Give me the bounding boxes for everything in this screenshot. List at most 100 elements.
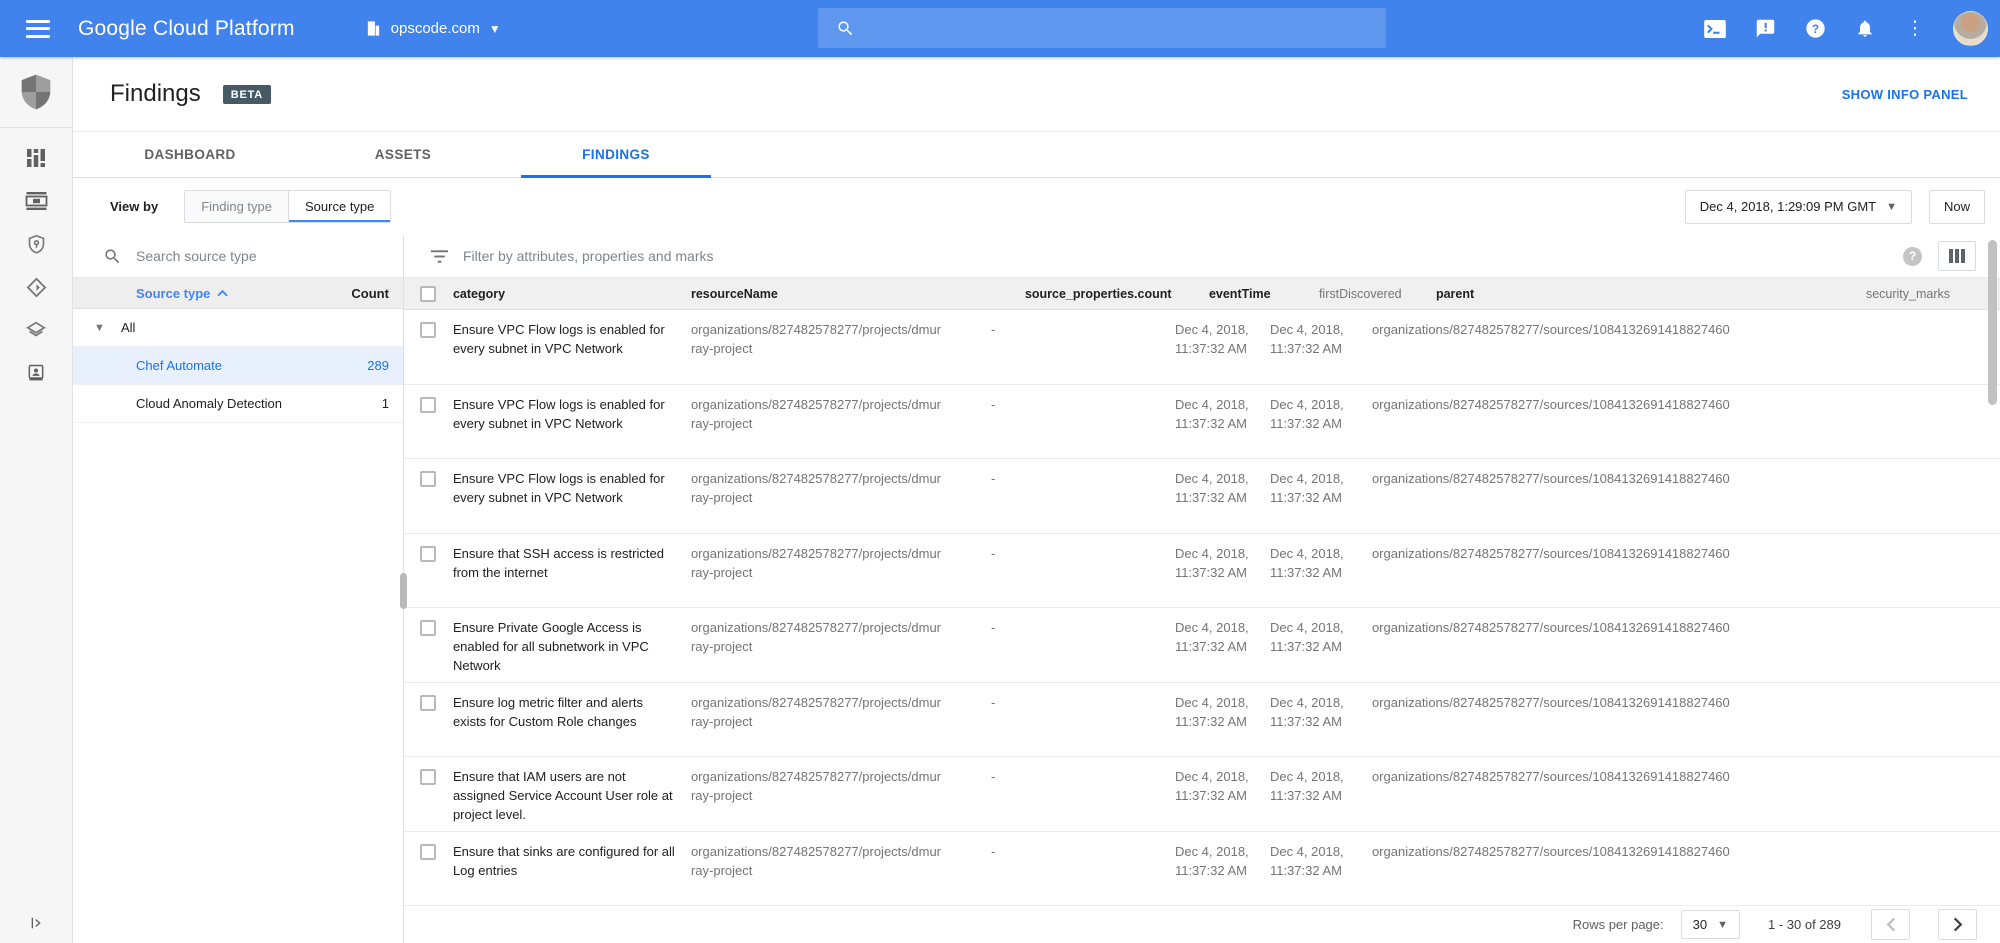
select-all-checkbox[interactable] (420, 286, 436, 302)
cell-event-time: Dec 4, 2018, 11:37:32 AM (1175, 395, 1270, 459)
gcp-security-findings-page: Google Cloud Platform opscode.com ▼ ? (0, 0, 2000, 943)
source-row-cloud-anomaly-detection[interactable]: Cloud Anomaly Detection 1 (73, 385, 403, 423)
cell-category: Ensure VPC Flow logs is enabled for ever… (453, 469, 691, 533)
row-checkbox[interactable] (420, 620, 436, 636)
row-checkbox[interactable] (420, 546, 436, 562)
search-icon (103, 247, 122, 266)
table-row[interactable]: Ensure VPC Flow logs is enabled for ever… (404, 459, 2000, 534)
tab-findings[interactable]: FINDINGS (521, 132, 711, 177)
source-type-column-header[interactable]: Source type (136, 286, 228, 301)
column-header-category[interactable]: category (453, 287, 691, 301)
cell-first-discovered: Dec 4, 2018, 11:37:32 AM (1270, 544, 1372, 608)
column-header-event-time[interactable]: eventTime (1209, 287, 1319, 301)
source-type-search-input[interactable] (122, 248, 403, 264)
cell-security-marks (1802, 544, 2000, 608)
row-checkbox[interactable] (420, 322, 436, 338)
cell-category: Ensure log metric filter and alerts exis… (453, 693, 691, 757)
global-search[interactable] (818, 8, 1386, 48)
tab-bar: DASHBOARD ASSETS FINDINGS (73, 131, 2000, 178)
rows-per-page-label: Rows per page: (1573, 917, 1664, 932)
cell-security-marks (1802, 693, 2000, 757)
row-checkbox[interactable] (420, 471, 436, 487)
table-row[interactable]: Ensure VPC Flow logs is enabled for ever… (404, 385, 2000, 460)
findings-icon[interactable] (16, 231, 56, 257)
dashboard-icon[interactable] (16, 145, 56, 171)
cell-resource-name: organizations/827482578277/projects/dmur… (691, 767, 991, 831)
global-search-input[interactable] (855, 20, 1386, 37)
column-header-security-marks[interactable]: security_marks (1866, 287, 2000, 301)
rows-per-page-select[interactable]: 30 ▼ (1681, 910, 1740, 939)
more-options-icon[interactable]: ⋮ (1903, 17, 1927, 41)
column-header-parent[interactable]: parent (1436, 287, 1866, 301)
table-row[interactable]: Ensure Private Google Access is enabled … (404, 608, 2000, 683)
cell-event-time: Dec 4, 2018, 11:37:32 AM (1175, 469, 1270, 533)
cell-security-marks (1802, 320, 2000, 384)
row-checkbox[interactable] (420, 769, 436, 785)
view-by-toggle-group: Finding type Source type (184, 190, 391, 223)
cell-event-time: Dec 4, 2018, 11:37:32 AM (1175, 693, 1270, 757)
cell-security-marks (1802, 395, 2000, 459)
cell-security-marks (1802, 469, 2000, 533)
toggle-source-type[interactable]: Source type (288, 191, 390, 222)
left-nav-rail (0, 57, 73, 943)
tab-assets[interactable]: ASSETS (308, 132, 498, 177)
expander-triangle-icon[interactable]: ▼ (94, 322, 108, 334)
column-header-resource-name[interactable]: resourceName (691, 287, 1025, 301)
security-command-center-logo[interactable] (0, 57, 72, 128)
cell-category: Ensure VPC Flow logs is enabled for ever… (453, 320, 691, 384)
toggle-finding-type[interactable]: Finding type (185, 191, 288, 222)
cell-parent: organizations/827482578277/sources/10841… (1372, 693, 1802, 757)
assets-icon[interactable] (16, 188, 56, 214)
time-select-value: Dec 4, 2018, 1:29:09 PM GMT (1700, 199, 1876, 214)
avatar[interactable] (1953, 11, 1988, 46)
show-info-panel-link[interactable]: SHOW INFO PANEL (1842, 87, 1968, 102)
table-row[interactable]: Ensure that IAM users are not assigned S… (404, 757, 2000, 832)
previous-page-button[interactable] (1871, 909, 1910, 940)
chevron-left-icon (1886, 917, 1896, 932)
hamburger-menu-icon[interactable] (26, 20, 50, 38)
cell-security-marks (1802, 842, 2000, 906)
scrollbar-thumb[interactable] (1988, 240, 1997, 405)
cell-resource-name: organizations/827482578277/projects/dmur… (691, 842, 991, 906)
time-select-button[interactable]: Dec 4, 2018, 1:29:09 PM GMT ▼ (1685, 190, 1912, 224)
cloud-shell-icon[interactable] (1703, 17, 1727, 41)
now-button[interactable]: Now (1929, 190, 1985, 224)
tab-dashboard[interactable]: DASHBOARD (95, 132, 285, 177)
cell-resource-name: organizations/827482578277/projects/dmur… (691, 618, 991, 682)
org-selector[interactable]: opscode.com ▼ (365, 20, 501, 37)
table-row[interactable]: Ensure log metric filter and alerts exis… (404, 683, 2000, 758)
cell-category: Ensure that sinks are configured for all… (453, 842, 691, 906)
column-header-source-properties-count[interactable]: source_properties.count (1025, 287, 1209, 301)
table-row[interactable]: Ensure VPC Flow logs is enabled for ever… (404, 310, 2000, 385)
findings-filter-input[interactable] (449, 248, 1903, 264)
source-search-row (73, 235, 403, 278)
count-column-header[interactable]: Count (351, 286, 389, 301)
feedback-icon[interactable] (1753, 17, 1777, 41)
cell-parent: organizations/827482578277/sources/10841… (1372, 842, 1802, 906)
vertical-scrollbar[interactable] (1988, 240, 1997, 903)
panel-resize-handle[interactable] (400, 573, 407, 609)
cell-category: Ensure VPC Flow logs is enabled for ever… (453, 395, 691, 459)
page-title: Findings (110, 80, 201, 108)
security-marks-icon[interactable] (16, 360, 56, 386)
column-display-options-button[interactable] (1938, 241, 1976, 271)
row-checkbox[interactable] (420, 397, 436, 413)
anomalies-icon[interactable] (16, 274, 56, 300)
source-panel-header: Source type Count (73, 278, 403, 309)
source-row-chef-automate[interactable]: Chef Automate 289 (73, 347, 403, 385)
table-row[interactable]: Ensure that sinks are configured for all… (404, 832, 2000, 907)
search-icon (836, 19, 855, 38)
column-header-first-discovered[interactable]: firstDiscovered (1319, 287, 1436, 301)
source-row-all[interactable]: ▼ All (73, 309, 403, 347)
sources-icon[interactable] (16, 317, 56, 343)
help-icon[interactable]: ? (1803, 17, 1827, 41)
next-page-button[interactable] (1938, 909, 1977, 940)
table-row[interactable]: Ensure that SSH access is restricted fro… (404, 534, 2000, 609)
row-checkbox[interactable] (420, 695, 436, 711)
notifications-bell-icon[interactable] (1853, 17, 1877, 41)
cell-first-discovered: Dec 4, 2018, 11:37:32 AM (1270, 395, 1372, 459)
filter-help-icon[interactable]: ? (1903, 247, 1922, 266)
row-checkbox[interactable] (420, 844, 436, 860)
expand-rail-icon[interactable] (0, 915, 73, 931)
cell-first-discovered: Dec 4, 2018, 11:37:32 AM (1270, 842, 1372, 906)
